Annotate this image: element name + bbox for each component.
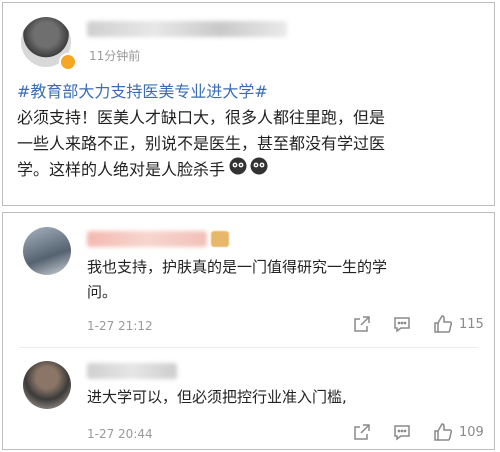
comment-actions: 109: [353, 423, 484, 441]
commenter-name-blurred[interactable]: [87, 363, 177, 379]
comment-time: 1-27 21:12: [87, 319, 153, 333]
comment-divider: [19, 347, 478, 348]
commenter-badge-icon: [211, 231, 229, 247]
comments-card: 我也支持，护肤真的是一门值得研究一生的学 问。 1-27 21:12 115 进…: [2, 212, 495, 450]
thumbs-up-icon: [434, 423, 453, 441]
comment-actions: 115: [353, 315, 484, 333]
emoji-icon: [229, 157, 247, 183]
post-line: 一些人来路不正，别说不是医生，甚至都没有学过医: [17, 134, 386, 153]
like-button[interactable]: 115: [433, 315, 484, 333]
like-count: 115: [459, 316, 484, 332]
comment-line: 我也支持，护肤真的是一门值得研究一生的学: [87, 258, 388, 276]
like-count: 109: [459, 424, 484, 440]
post-time: 11分钟前: [89, 49, 141, 63]
post-line: 学。这样的人绝对是人脸杀手: [17, 160, 226, 179]
share-icon[interactable]: [353, 315, 371, 333]
post-hashtag[interactable]: #教育部大力支持医美专业进大学#: [17, 79, 487, 105]
author-name-blurred[interactable]: [87, 21, 287, 37]
commenter-name-blurred[interactable]: [87, 231, 207, 247]
post-card: 11分钟前 #教育部大力支持医美专业进大学# 必须支持！医美人才缺口大，很多人都…: [2, 2, 495, 206]
comment-line: 进大学可以，但必须把控行业准入门槛,: [87, 388, 347, 406]
post-body: #教育部大力支持医美专业进大学# 必须支持！医美人才缺口大，很多人都往里跑，但是…: [17, 79, 487, 183]
comment-line: 问。: [87, 283, 118, 301]
verified-badge-icon: [59, 53, 77, 71]
like-button[interactable]: 109: [433, 423, 484, 441]
comment-icon[interactable]: [393, 315, 411, 333]
comment-time: 1-27 20:44: [87, 427, 153, 441]
comment-text: 我也支持，护肤真的是一门值得研究一生的学 问。: [87, 255, 477, 305]
comment-icon[interactable]: [393, 423, 411, 441]
comment-text: 进大学可以，但必须把控行业准入门槛,: [87, 385, 477, 410]
emoji-icon: [250, 157, 268, 183]
thumbs-up-icon: [434, 315, 453, 333]
share-icon[interactable]: [353, 423, 371, 441]
commenter-avatar[interactable]: [23, 227, 71, 275]
commenter-avatar[interactable]: [23, 361, 71, 409]
post-line: 必须支持！医美人才缺口大，很多人都往里跑，但是: [17, 108, 386, 127]
